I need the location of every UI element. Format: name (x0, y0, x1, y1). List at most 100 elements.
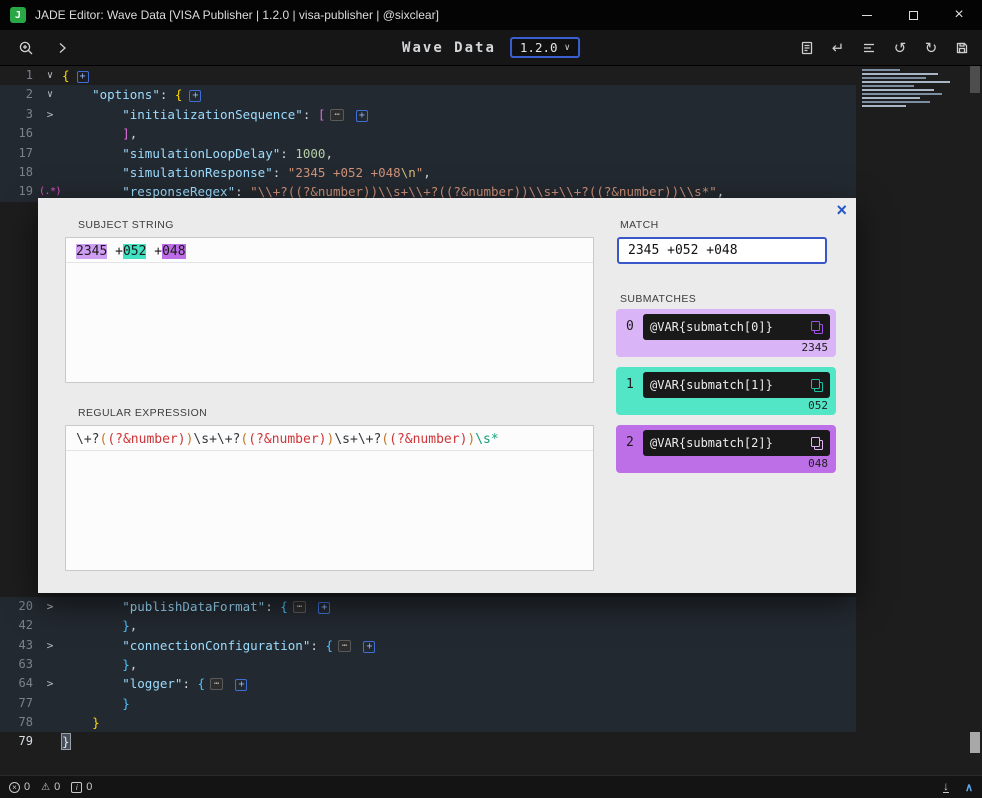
regex-token: (?&number) (107, 432, 185, 447)
token: : (280, 146, 295, 161)
fold-open-icon[interactable]: ∨ (38, 85, 62, 104)
errors-status[interactable]: × 0 (9, 781, 30, 793)
redo-button[interactable]: ↻ (919, 36, 943, 60)
window-controls: × (844, 0, 982, 30)
minimap-slider[interactable] (970, 66, 980, 93)
align-lines-icon (861, 40, 877, 56)
redo-icon: ↻ (925, 39, 938, 57)
line-content: "initializationSequence": [⋯+ (62, 105, 368, 124)
insert-button[interactable]: + (77, 71, 89, 83)
close-button[interactable]: × (936, 0, 982, 30)
token (62, 165, 122, 180)
panel-up-icon[interactable]: ∧ (965, 781, 973, 794)
panel-down-icon[interactable]: ↓ (943, 781, 949, 793)
status-bar-right: ↓ ∧ (943, 781, 973, 794)
subject-highlight: 2345 (76, 244, 107, 259)
insert-button[interactable]: + (356, 110, 368, 122)
token (62, 618, 122, 633)
code-line-2[interactable]: 2∨ "options": {+ (0, 85, 982, 104)
code-line-78[interactable]: 78 } (0, 713, 982, 732)
copy-icon[interactable] (811, 379, 823, 392)
regex-tester-panel: × SUBJECT STRING 2345 +052 +048 REGULAR … (38, 198, 856, 593)
minimize-button[interactable] (844, 0, 890, 30)
code-line-63[interactable]: 63 }, (0, 655, 982, 674)
line-content: {+ (62, 66, 89, 85)
code-line-16[interactable]: 16 ], (0, 124, 982, 143)
fold-closed-icon[interactable]: > (38, 636, 62, 655)
version-dropdown[interactable]: 1.2.0 ∨ (510, 37, 580, 58)
document-report-button[interactable] (795, 36, 819, 60)
code-line-79[interactable]: 79} (0, 732, 982, 751)
token: "options" (92, 87, 160, 102)
submatch-variable: @VAR{submatch[1]} (650, 378, 811, 392)
line-number: 2 (0, 85, 38, 104)
zoom-in-button[interactable] (14, 36, 38, 60)
format-button[interactable] (857, 36, 881, 60)
token: { (198, 676, 206, 691)
minimap[interactable] (862, 69, 966, 109)
fold-closed-icon[interactable]: > (38, 597, 62, 616)
infos-count: 0 (86, 781, 92, 793)
code-editor[interactable]: 1∨{+2∨ "options": {+3> "initializationSe… (0, 66, 982, 775)
collapsed-region[interactable]: ⋯ (338, 640, 351, 652)
code-line-43[interactable]: 43> "connectionConfiguration": {⋯+ (0, 636, 982, 655)
regular-expression-editor[interactable]: \+?((?&number))\s+\+?((?&number))\s+\+?(… (65, 425, 594, 571)
code-line-18[interactable]: 18 "simulationResponse": "2345 +052 +048… (0, 163, 982, 182)
apply-button[interactable]: ↵ (826, 36, 850, 60)
line-content: "simulationResponse": "2345 +052 +048\n"… (62, 163, 431, 182)
fold-open-icon[interactable]: ∨ (38, 66, 62, 85)
undo-button[interactable]: ↺ (888, 36, 912, 60)
collapsed-region[interactable]: ⋯ (293, 601, 306, 613)
code-line-3[interactable]: 3> "initializationSequence": [⋯+ (0, 105, 982, 124)
token: } (122, 657, 130, 672)
collapsed-region[interactable]: ⋯ (210, 678, 223, 690)
line-number: 63 (0, 655, 38, 674)
token (62, 676, 122, 691)
insert-button[interactable]: + (318, 602, 330, 614)
code-line-17[interactable]: 17 "simulationLoopDelay": 1000, (0, 144, 982, 163)
line-content: "options": {+ (62, 85, 201, 104)
save-button[interactable] (950, 36, 974, 60)
minimap-line (862, 89, 934, 91)
code-line-1[interactable]: 1∨{+ (0, 66, 982, 85)
maximize-icon (909, 11, 918, 20)
regular-expression-line: \+?((?&number))\s+\+?((?&number))\s+\+?(… (66, 430, 593, 451)
panel-close-icon[interactable]: × (836, 201, 847, 219)
code-line-77[interactable]: 77 } (0, 694, 982, 713)
submatch-variable-pill: @VAR{submatch[2]} (643, 430, 830, 456)
submatches-label: SUBMATCHES (620, 293, 696, 305)
code-line-42[interactable]: 42 }, (0, 616, 982, 635)
minimap-line (862, 73, 938, 75)
token: : (310, 638, 325, 653)
collapsed-region[interactable]: ⋯ (330, 109, 343, 121)
token: : (160, 87, 175, 102)
step-forward-button[interactable] (50, 36, 74, 60)
line-content: }, (62, 655, 137, 674)
token: 1000 (295, 146, 325, 161)
insert-button[interactable]: + (189, 90, 201, 102)
token: { (280, 599, 288, 614)
copy-icon[interactable] (811, 321, 823, 334)
scrollbar-thumb[interactable] (970, 732, 980, 753)
fold-closed-icon[interactable]: > (38, 674, 62, 693)
warnings-status[interactable]: ⚠ 0 (41, 781, 60, 793)
subject-string-label: SUBJECT STRING (78, 219, 174, 231)
token: \n (401, 165, 416, 180)
infos-status[interactable]: i 0 (71, 781, 92, 793)
line-number: 64 (0, 674, 38, 693)
token: "logger" (122, 676, 182, 691)
subject-string-editor[interactable]: 2345 +052 +048 (65, 237, 594, 383)
code-line-20[interactable]: 20> "publishDataFormat": {⋯+ (0, 597, 982, 616)
fold-closed-icon[interactable]: > (38, 105, 62, 124)
insert-button[interactable]: + (363, 641, 375, 653)
token: { (62, 68, 70, 83)
copy-icon[interactable] (811, 437, 823, 450)
match-label: MATCH (620, 219, 659, 231)
line-number: 18 (0, 163, 38, 182)
maximize-button[interactable] (890, 0, 936, 30)
token: "connectionConfiguration" (122, 638, 310, 653)
code-line-64[interactable]: 64> "logger": {⋯+ (0, 674, 982, 693)
minimap-line (862, 85, 914, 87)
submatch-index: 0 (626, 319, 634, 334)
insert-button[interactable]: + (235, 679, 247, 691)
